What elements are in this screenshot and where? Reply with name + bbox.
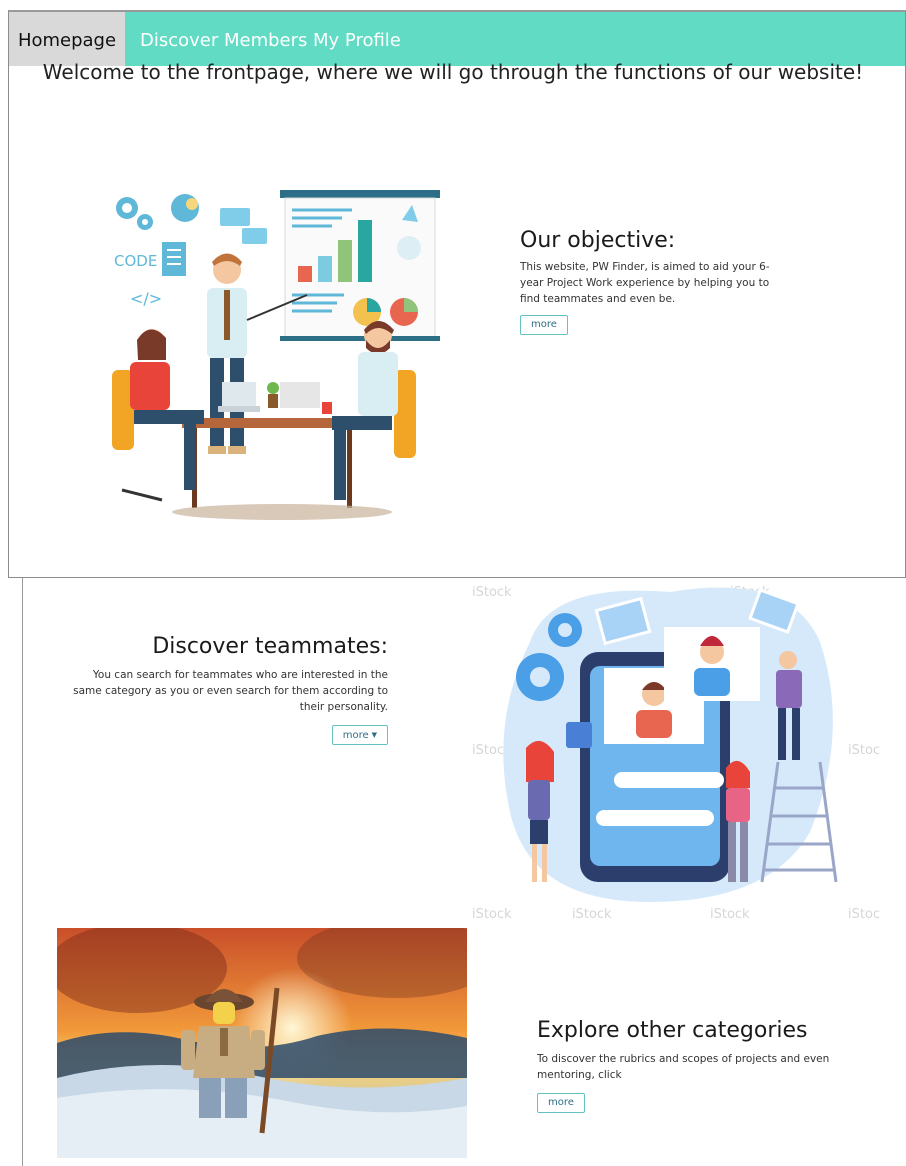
discover-section: Discover teammates: You can search for t… (68, 634, 388, 745)
caret-down-icon: ▼ (371, 731, 377, 739)
code-label: CODE (114, 252, 157, 270)
presentation-board (280, 190, 440, 341)
objective-title: Our objective: (520, 228, 676, 253)
discover-more-button[interactable]: more ▼ (331, 725, 388, 745)
team-meeting-illustration: CODE </> (112, 190, 440, 520)
chat-bubble-icon (220, 208, 250, 226)
gear-icon (116, 197, 153, 230)
explore-title: Explore other categories (537, 1018, 808, 1043)
message-bar (614, 772, 724, 788)
discover-text: You can search for teammates who are int… (73, 669, 388, 713)
svg-text:iStock: iStock (472, 907, 512, 922)
svg-text:iStock: iStock (848, 907, 880, 922)
svg-text:iStock: iStock (472, 585, 512, 600)
woman-figure (112, 329, 204, 502)
document-icon (162, 242, 186, 276)
message-bar (596, 810, 714, 826)
left-divider (22, 578, 23, 1166)
nav-my-profile[interactable]: My Profile (313, 12, 401, 66)
discover-title: Discover teammates: (152, 634, 388, 659)
code-tag-label: </> (130, 289, 162, 308)
nav-homepage[interactable]: Homepage (9, 12, 125, 66)
objective-more-button[interactable]: more (520, 315, 568, 335)
bearded-man-figure (322, 321, 416, 500)
explore-text: To discover the rubrics and scopes of pr… (537, 1053, 830, 1081)
objective-section: Our objective: This website, PW Finder, … (520, 228, 770, 335)
explore-section: Explore other categories To discover the… (537, 1018, 847, 1113)
discover-teammates-illustration: iStock iStock iStock iStock iStock iStoc… (472, 585, 880, 922)
objective-text: This website, PW Finder, is aimed to aid… (520, 261, 770, 305)
welcome-heading: Welcome to the frontpage, where we will … (42, 60, 864, 84)
discover-more-label: more (342, 730, 369, 741)
nav-discover-members[interactable]: Discover Members (140, 12, 307, 66)
lego-explorer-photo (57, 928, 467, 1158)
svg-text:iStock: iStock (848, 743, 880, 758)
navbar: Homepage Discover Members My Profile (9, 12, 905, 66)
svg-text:iStock: iStock (710, 907, 750, 922)
explore-more-button[interactable]: more (537, 1093, 585, 1113)
svg-text:iStock: iStock (572, 907, 612, 922)
